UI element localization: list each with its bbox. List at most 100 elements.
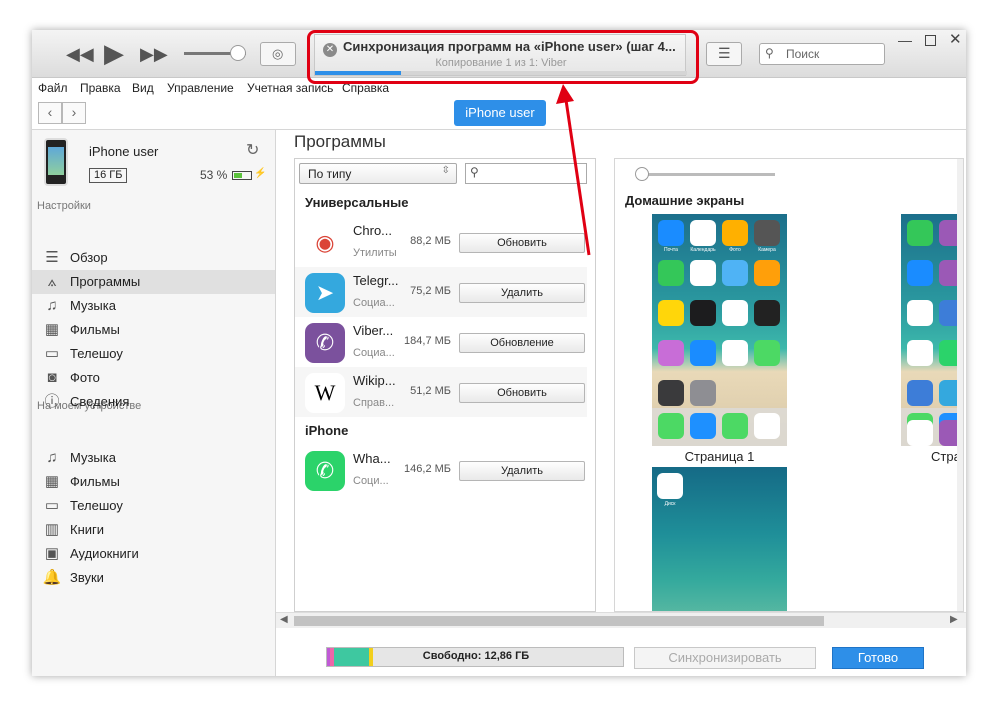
home-screen-page-1[interactable]: Почта Календарь Фото Камера — [652, 214, 787, 446]
list-view-button[interactable]: ☰ — [706, 42, 742, 66]
app-row[interactable]: ◉ Chro... Утилиты 88,2 МБ Обновить — [295, 217, 587, 267]
chrome-icon — [754, 413, 780, 439]
app-icon — [658, 380, 684, 406]
app-category: Справ... — [353, 397, 395, 409]
scroll-right-icon[interactable]: ▶ — [950, 614, 958, 625]
iphone-icon — [44, 138, 68, 186]
volume-knob[interactable] — [230, 45, 246, 61]
device-item[interactable]: ▥ Книги — [32, 518, 275, 542]
device-item[interactable]: ▦ Фильмы — [32, 470, 275, 494]
device-item[interactable]: ♫ Музыка — [32, 446, 275, 470]
app-icon — [722, 300, 748, 326]
home-screen-page-2[interactable] — [901, 214, 963, 446]
settings-item[interactable]: ⟑ Программы — [32, 270, 275, 294]
vertical-scrollbar[interactable] — [957, 159, 963, 611]
disk-icon — [657, 473, 683, 499]
device-button[interactable]: iPhone user — [454, 100, 546, 126]
settings-item[interactable]: ▦ Фильмы — [32, 318, 275, 342]
search-placeholder: Поиск — [786, 47, 820, 61]
app-action-button[interactable]: Удалить — [459, 283, 585, 303]
menu-edit[interactable]: Правка — [80, 81, 121, 95]
main-pane: Программы По типу ⇳ ⚲ Универсальные iPho… — [276, 130, 966, 676]
device-item[interactable]: 🔔 Звуки — [32, 566, 275, 590]
scroll-left-icon[interactable]: ◀ — [280, 614, 288, 625]
menu-controls[interactable]: Управление — [167, 81, 234, 95]
app-icon — [690, 340, 716, 366]
settings-item[interactable]: ⓘ Сведения — [32, 390, 275, 414]
app-icon — [907, 220, 933, 246]
list-icon: ☰ — [45, 249, 59, 266]
back-button[interactable]: ‹ — [38, 102, 62, 124]
tv-icon: ▭ — [44, 345, 60, 362]
app-icon-label: Календарь — [690, 247, 716, 253]
close-button[interactable]: ✕ — [949, 30, 962, 48]
forward-button[interactable]: › — [62, 102, 86, 124]
menu-file[interactable]: Файл — [38, 81, 68, 95]
device-label: Аудиокниги — [70, 546, 139, 561]
rewind-icon[interactable]: ◀◀ — [66, 44, 94, 65]
minimize-button[interactable]: — — [898, 32, 912, 48]
bell-icon: 🔔 — [42, 569, 62, 586]
horizontal-scrollbar[interactable]: ◀ ▶ — [276, 612, 966, 628]
settings-item[interactable]: ◙ Фото — [32, 366, 275, 390]
airplay-button[interactable]: ◎ — [260, 42, 296, 66]
menu-view[interactable]: Вид — [132, 81, 154, 95]
device-item[interactable]: ▭ Телешоу — [32, 494, 275, 518]
scrollbar-thumb[interactable] — [294, 616, 824, 626]
capacity-badge: 16 ГБ — [89, 168, 128, 183]
settings-item[interactable]: ♫ Музыка — [32, 294, 275, 318]
device-item[interactable]: ▣ Аудиокниги — [32, 542, 275, 566]
phone-icon — [658, 413, 684, 439]
settings-item[interactable]: ▭ Телешоу — [32, 342, 275, 366]
zoom-knob[interactable] — [635, 167, 649, 181]
app-icon-label: Камера — [758, 247, 776, 253]
sync-button[interactable]: Синхронизировать — [634, 647, 816, 669]
play-icon[interactable]: ▶ — [104, 38, 124, 69]
app-icon-label: Фото — [729, 247, 741, 253]
settings-label: Фото — [70, 370, 100, 385]
app-name: Telegr... — [353, 273, 399, 288]
device-label: Звуки — [70, 570, 104, 585]
whatsapp-icon: ✆ — [305, 451, 345, 491]
app-size: 184,7 МБ — [404, 335, 451, 347]
app-action-button[interactable]: Обновить — [459, 233, 585, 253]
app-icon — [690, 220, 716, 246]
viber-icon: ✆ — [305, 323, 345, 363]
page-1-label: Страница 1 — [684, 449, 755, 464]
app-icon — [690, 380, 716, 406]
sort-select[interactable]: По типу ⇳ — [299, 163, 457, 184]
fast-forward-icon[interactable]: ▶▶ — [140, 44, 168, 65]
app-row[interactable]: ➤ Telegr... Социа... 75,2 МБ Удалить — [295, 267, 587, 317]
maximize-button[interactable] — [925, 35, 936, 46]
safari-icon — [690, 413, 716, 439]
app-row[interactable]: ✆ Viber... Социа... 184,7 МБ Обновление — [295, 317, 587, 367]
home-screens-panel: Домашние экраны Почта Календарь Фото Камера… — [614, 158, 964, 612]
app-name: Viber... — [353, 323, 394, 338]
settings-label: Программы — [70, 274, 141, 289]
app-icon — [907, 340, 933, 366]
app-size: 75,2 МБ — [410, 285, 451, 297]
app-name: Wha... — [353, 451, 391, 466]
device-label: Телешоу — [70, 498, 123, 513]
list-icon: ☰ — [718, 45, 731, 61]
app-search-input[interactable]: ⚲ — [465, 163, 587, 184]
app-row[interactable]: W Wikip... Справ... 51,2 МБ Обновить — [295, 367, 587, 417]
app-icon — [658, 220, 684, 246]
sync-device-icon[interactable]: ↻ — [246, 140, 259, 160]
settings-label: Обзор — [70, 250, 108, 265]
app-row[interactable]: ✆ Wha... Соци... 146,2 МБ Удалить — [295, 445, 587, 495]
search-field[interactable]: ⚲ Поиск — [759, 43, 885, 65]
done-button[interactable]: Готово — [832, 647, 924, 669]
app-action-button[interactable]: Обновить — [459, 383, 585, 403]
app-action-button[interactable]: Удалить — [459, 461, 585, 481]
app-icon — [754, 260, 780, 286]
page-title: Программы — [294, 132, 386, 151]
app-action-button[interactable]: Обновление — [459, 333, 585, 353]
settings-item[interactable]: ☰ Обзор — [32, 246, 275, 270]
home-screen-page-1-extra[interactable]: Диск — [652, 467, 787, 611]
app-icon — [754, 220, 780, 246]
app-icon — [907, 260, 933, 286]
app-category: Соци... — [353, 475, 389, 487]
zoom-slider[interactable] — [641, 173, 775, 176]
music-note-icon: ♫ — [46, 297, 58, 314]
